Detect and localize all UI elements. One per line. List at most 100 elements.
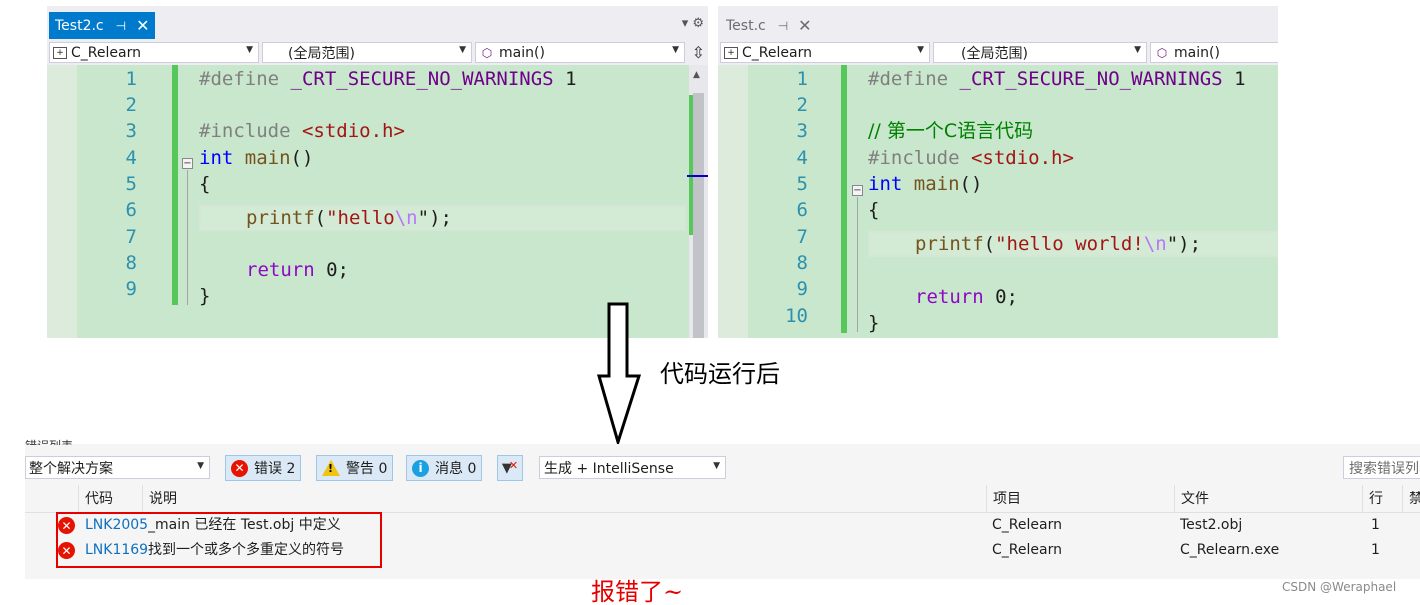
header-description[interactable]: 说明 [142,485,987,513]
code-token: main [233,147,291,169]
line-number: 8 [125,252,137,274]
code-token: <stdio.h> [301,120,405,142]
code-line-4: #include <stdio.h> [868,145,1278,171]
tab-overflow-settings-icon[interactable]: ▾ ⚙ [682,16,704,31]
scope-dropdown[interactable]: (全局范围) ▼ [933,42,1147,63]
error-search-placeholder: 搜索错误列表 [1349,460,1420,477]
header-project[interactable]: 项目 [986,485,1174,513]
header-icon-column[interactable] [48,485,78,513]
project-dropdown[interactable]: + C_Relearn ▼ [720,42,930,63]
function-dropdown-label: main() [1174,44,1220,61]
error-icon: ✕ [231,459,248,477]
code-token: _CRT_SECURE_NO_WARNINGS [959,68,1223,90]
line-number: 2 [125,94,137,116]
pin-icon[interactable]: ⊣ [116,19,126,33]
project-dropdown-label: C_Relearn [71,44,141,61]
left-tabbar: Test2.c ⊣ ✕ ▾ ⚙ [47,12,708,39]
change-tracking-bar [172,65,178,305]
warning-icon: ! [322,460,340,476]
solution-scope-dropdown[interactable]: 整个解决方案 ▼ [25,456,210,479]
solution-scope-label: 整个解决方案 [29,460,113,477]
line-number: 5 [125,173,137,195]
line-number: 6 [125,199,137,221]
code-token: <stdio.h> [970,147,1074,169]
outline-guide [857,197,858,332]
line-number: 9 [796,278,808,300]
line-number: 7 [796,226,808,248]
outline-guide [187,170,188,305]
error-list-title: 错误列表 [25,437,73,445]
code-token: "); [417,207,452,229]
collapse-toggle-icon[interactable]: − [182,158,193,169]
errors-filter-button[interactable]: ✕ 错误 2 [225,455,302,481]
header-code[interactable]: 代码 [78,485,144,513]
left-vertical-scrollbar[interactable]: ▲ [687,65,708,338]
right-gutter [718,65,748,338]
chevron-down-icon: ▼ [459,45,466,55]
code-line-4: int main() [199,145,708,171]
close-icon[interactable]: ✕ [798,16,811,35]
scope-dropdown-label: (全局范围) [288,45,355,62]
errors-filter-label: 错误 2 [254,461,296,477]
code-token: 1 [553,68,577,90]
messages-filter-button[interactable]: i 消息 0 [406,455,483,481]
messages-filter-label: 消息 0 [435,461,477,477]
scroll-up-icon[interactable]: ▲ [693,70,700,80]
tab-test-c[interactable]: Test.c ⊣ ✕ [720,12,818,39]
code-token: main [902,173,960,195]
collapse-toggle-icon[interactable]: − [852,185,863,196]
watermark: CSDN @Weraphael [1282,580,1397,594]
line-number: 6 [796,199,808,221]
code-line-6: { [868,197,1278,223]
code-token: #include [868,147,971,169]
split-window-icon[interactable]: ⇳ [692,43,705,62]
left-navigation-bar: + C_Relearn ▼ (全局范围) ▼ ⬡ main() ▼ ⇳ [47,40,708,64]
warnings-filter-button[interactable]: ! 警告 0 [316,455,394,481]
function-dropdown[interactable]: ⬡ main() [1150,42,1278,63]
build-intellisense-dropdown[interactable]: 生成 + IntelliSense ▼ [539,456,726,479]
header-suppression[interactable]: 禁 [1402,485,1420,513]
line-number: 8 [796,252,808,274]
scroll-thumb[interactable] [693,93,704,338]
code-line-5: int main() [868,171,1278,197]
clear-filter-button[interactable]: ▼ ✕ [497,455,523,481]
code-token: return [915,286,984,308]
error-project: C_Relearn [992,542,1062,558]
pin-icon[interactable]: ⊣ [778,19,788,33]
code-line-5: { [199,171,708,197]
code-line-1: #define _CRT_SECURE_NO_WARNINGS 1 [868,66,1278,92]
change-tracking-bar [841,65,847,333]
caption-error: 报错了~ [591,578,684,605]
scope-dropdown[interactable]: (全局范围) ▼ [262,42,472,63]
code-line-10: } [868,310,1278,336]
code-token: #define [868,68,960,90]
code-token: #define [199,68,291,90]
right-code-editor[interactable]: 1 2 3 4 5 6 7 8 9 10 − #define _CRT_SECU… [718,65,1278,338]
tab-title: Test.c [726,17,766,34]
left-code-editor[interactable]: 1 2 3 4 5 6 7 8 9 − #define _CRT_SECURE_… [47,65,708,338]
error-project: C_Relearn [992,517,1062,533]
project-dropdown-label: C_Relearn [742,44,812,61]
function-dropdown-label: main() [499,44,545,61]
line-number: 10 [785,305,808,327]
project-dropdown[interactable]: + C_Relearn ▼ [49,42,259,63]
code-token: ( [983,233,996,255]
error-search-input[interactable]: 搜索错误列表 [1343,456,1420,479]
code-token: int [868,173,903,195]
header-line[interactable]: 行 [1362,485,1402,513]
project-icon: + [53,46,67,59]
right-tabbar: Test.c ⊣ ✕ [718,12,1278,39]
error-list-toolbar: 整个解决方案 ▼ ✕ 错误 2 ! 警告 0 i 消息 0 ▼ ✕ 生成 + In… [25,454,1420,482]
function-cube-icon: ⬡ [481,45,493,60]
function-dropdown[interactable]: ⬡ main() ▼ [475,42,685,63]
build-intellisense-label: 生成 + IntelliSense [544,460,674,477]
scope-dropdown-label: (全局范围) [961,45,1028,62]
close-icon[interactable]: ✕ [136,16,149,35]
header-file[interactable]: 文件 [1174,485,1362,513]
error-line: 1 [1371,517,1380,533]
code-token: \n [394,207,418,229]
code-token: } [199,285,211,307]
line-number: 1 [125,68,137,90]
line-number: 3 [796,120,808,142]
tab-test2-c[interactable]: Test2.c ⊣ ✕ [49,12,156,39]
